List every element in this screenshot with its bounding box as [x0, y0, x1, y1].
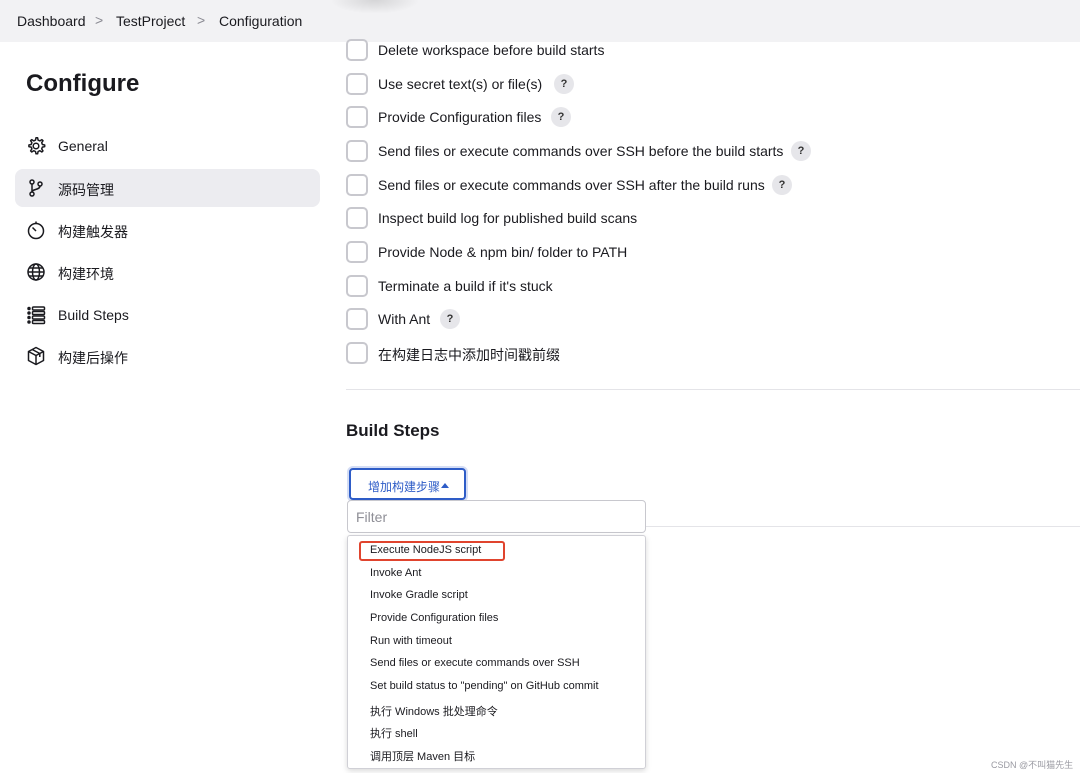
option-label: Delete workspace before build starts — [378, 42, 605, 58]
help-icon[interactable]: ? — [772, 175, 792, 195]
checkbox[interactable] — [346, 73, 368, 95]
scroll-shadow — [330, 0, 420, 14]
menu-item-provide-config-files[interactable]: Provide Configuration files — [370, 612, 498, 624]
caret-up-icon — [441, 483, 449, 488]
breadcrumb-testproject[interactable]: TestProject — [116, 13, 185, 29]
section-divider — [646, 526, 1080, 527]
sidebar-item-post-build[interactable]: 构建后操作 — [15, 337, 320, 375]
add-build-step-label: 增加构建步骤 — [368, 480, 441, 494]
menu-item-windows-batch[interactable]: 执行 Windows 批处理命令 — [370, 703, 498, 719]
checkbox[interactable] — [346, 207, 368, 229]
sidebar-item-label: 构建环境 — [58, 266, 114, 282]
section-divider — [346, 389, 1080, 390]
sidebar-item-build-environment[interactable]: 构建环境 — [15, 253, 320, 291]
globe-icon — [26, 262, 46, 282]
sidebar-item-label: 源码管理 — [58, 182, 114, 198]
checkbox[interactable] — [346, 106, 368, 128]
checkbox[interactable] — [346, 342, 368, 364]
option-label: Provide Node & npm bin/ folder to PATH — [378, 244, 628, 260]
branch-icon — [26, 178, 46, 198]
timer-icon — [26, 220, 46, 240]
sidebar-item-label: 构建后操作 — [58, 350, 128, 366]
checkbox[interactable] — [346, 39, 368, 61]
checkbox[interactable] — [346, 275, 368, 297]
list-icon — [26, 305, 46, 325]
build-step-menu: Execute NodeJS script Invoke Ant Invoke … — [347, 535, 646, 769]
checkbox[interactable] — [346, 241, 368, 263]
gear-icon — [26, 136, 46, 156]
help-icon[interactable]: ? — [554, 74, 574, 94]
option-label: Inspect build log for published build sc… — [378, 210, 638, 226]
build-steps-title: Build Steps — [346, 421, 440, 440]
option-label: Terminate a build if it's stuck — [378, 278, 553, 294]
option-label: Send files or execute commands over SSH … — [378, 177, 765, 193]
sidebar-item-general[interactable]: General — [15, 127, 320, 165]
page-title: Configure — [26, 70, 140, 97]
sidebar-item-build-steps[interactable]: Build Steps — [15, 296, 320, 334]
add-build-step-button[interactable]: 增加构建步骤 — [349, 468, 466, 500]
checkbox[interactable] — [346, 174, 368, 196]
breadcrumb-configuration[interactable]: Configuration — [219, 13, 302, 29]
watermark: CSDN @不叫猫先生 — [991, 760, 1074, 770]
menu-item-maven[interactable]: 调用顶层 Maven 目标 — [370, 748, 475, 764]
menu-item-github-status[interactable]: Set build status to "pending" on GitHub … — [370, 680, 599, 692]
sidebar-item-label: General — [58, 138, 108, 154]
breadcrumb-dashboard[interactable]: Dashboard — [17, 13, 86, 29]
option-label: Use secret text(s) or file(s) — [378, 76, 543, 92]
breadcrumb-separator: > — [197, 12, 206, 28]
sidebar-item-label: 构建触发器 — [58, 224, 128, 240]
option-label: 在构建日志中添加时间戳前缀 — [378, 347, 560, 363]
menu-item-invoke-ant[interactable]: Invoke Ant — [370, 567, 421, 579]
option-label: Provide Configuration files — [378, 109, 542, 125]
sidebar-item-source-control[interactable]: 源码管理 — [15, 169, 320, 207]
menu-item-invoke-gradle[interactable]: Invoke Gradle script — [370, 589, 468, 601]
menu-item-ssh[interactable]: Send files or execute commands over SSH — [370, 657, 580, 669]
help-icon[interactable]: ? — [440, 309, 460, 329]
checkbox[interactable] — [346, 308, 368, 330]
sidebar-item-build-triggers[interactable]: 构建触发器 — [15, 211, 320, 249]
breadcrumb-separator: > — [95, 12, 104, 28]
menu-item-shell[interactable]: 执行 shell — [370, 725, 418, 741]
option-label: Send files or execute commands over SSH … — [378, 143, 784, 159]
package-icon — [26, 346, 46, 366]
breadcrumb-bar: Dashboard > TestProject > Configuration — [0, 0, 1080, 42]
filter-input[interactable] — [347, 500, 646, 533]
checkbox[interactable] — [346, 140, 368, 162]
sidebar-item-label: Build Steps — [58, 307, 129, 323]
menu-item-run-with-timeout[interactable]: Run with timeout — [370, 635, 452, 647]
help-icon[interactable]: ? — [551, 107, 571, 127]
menu-item-execute-nodejs[interactable]: Execute NodeJS script — [370, 544, 481, 556]
option-label: With Ant — [378, 311, 431, 327]
help-icon[interactable]: ? — [791, 141, 811, 161]
